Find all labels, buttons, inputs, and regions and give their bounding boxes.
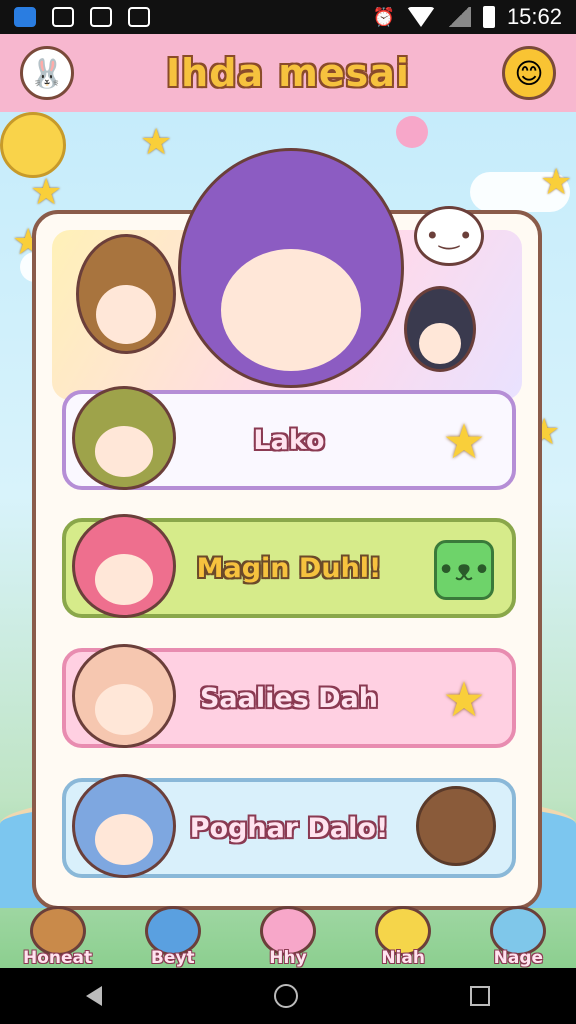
pink-hair-avatar: [72, 514, 176, 618]
brown-hair-girl-character: [76, 234, 176, 354]
media-notification-icon: [90, 7, 112, 27]
menu-button-label: Magin Duhl!: [196, 552, 382, 584]
app-notification-icon: [14, 7, 36, 27]
wifi-icon: [406, 7, 435, 27]
nav-label: Beyt: [150, 948, 195, 968]
chat-notification-icon: [52, 7, 74, 27]
girl-avatar-icon: [416, 786, 496, 866]
home-icon[interactable]: [274, 984, 298, 1008]
nav-label: Nage: [493, 948, 544, 968]
menu-button-label: Poghar Dalo!: [189, 812, 389, 844]
nav-item-honeat[interactable]: Honeat: [8, 906, 108, 968]
blue-hair-avatar: [72, 774, 176, 878]
status-bar: ⏰ 15:62: [0, 0, 576, 34]
orange-fruit-icon[interactable]: 😊: [502, 46, 556, 100]
menu-button-label: Lako: [253, 424, 325, 456]
star-icon: ★: [442, 672, 486, 728]
back-icon[interactable]: [86, 986, 102, 1006]
purple-hair-girl-character: [178, 148, 404, 388]
green-cat-icon: •ᴥ•: [434, 540, 494, 600]
signal-icon: [446, 7, 471, 27]
speech-bubble-icon: •‿•: [414, 206, 484, 266]
menu-button-saalies-dah[interactable]: Saalies Dah ★: [62, 644, 516, 748]
bottom-nav: Honeat Beyt Hhy Niah Nage: [0, 888, 576, 968]
star-decoration-icon: ★: [140, 122, 173, 163]
status-system-icons: ⏰ 15:62: [373, 4, 576, 30]
green-hair-avatar: [72, 386, 176, 490]
star-decoration-icon: ★: [30, 172, 63, 213]
alarm-icon: ⏰: [372, 6, 395, 27]
dark-hair-character: [404, 286, 476, 372]
app-header: 🐰 Ihda mesai 😊: [0, 34, 576, 116]
status-time: 15:62: [506, 4, 562, 29]
battery-icon: [482, 6, 495, 28]
nav-label: Niah: [381, 948, 425, 968]
sun-lantern-icon: [0, 112, 66, 178]
menu-button-magin-duhl[interactable]: Magin Duhl! •ᴥ•: [62, 514, 516, 618]
menu-button-lako[interactable]: Lako ★: [62, 386, 516, 490]
star-icon: ★: [442, 414, 486, 470]
recents-icon[interactable]: [470, 986, 490, 1006]
app-title: Ihda mesai: [166, 51, 410, 95]
nav-item-hhy[interactable]: Hhy: [238, 906, 338, 968]
download-notification-icon: [128, 7, 150, 27]
peach-hair-avatar: [72, 644, 176, 748]
nav-item-niah[interactable]: Niah: [353, 906, 453, 968]
nav-label: Honeat: [23, 948, 93, 968]
nav-item-nage[interactable]: Nage: [468, 906, 568, 968]
star-decoration-icon: ★: [540, 162, 573, 203]
nav-item-beyt[interactable]: Beyt: [123, 906, 223, 968]
status-notification-icons: [0, 7, 150, 27]
android-navigation-bar: [0, 968, 576, 1024]
bunny-icon[interactable]: 🐰: [20, 46, 74, 100]
flower-icon: [396, 116, 428, 148]
menu-button-label: Saalies Dah: [199, 682, 379, 714]
menu-button-poghar-dalo[interactable]: Poghar Dalo!: [62, 774, 516, 878]
nav-label: Hhy: [269, 948, 307, 968]
